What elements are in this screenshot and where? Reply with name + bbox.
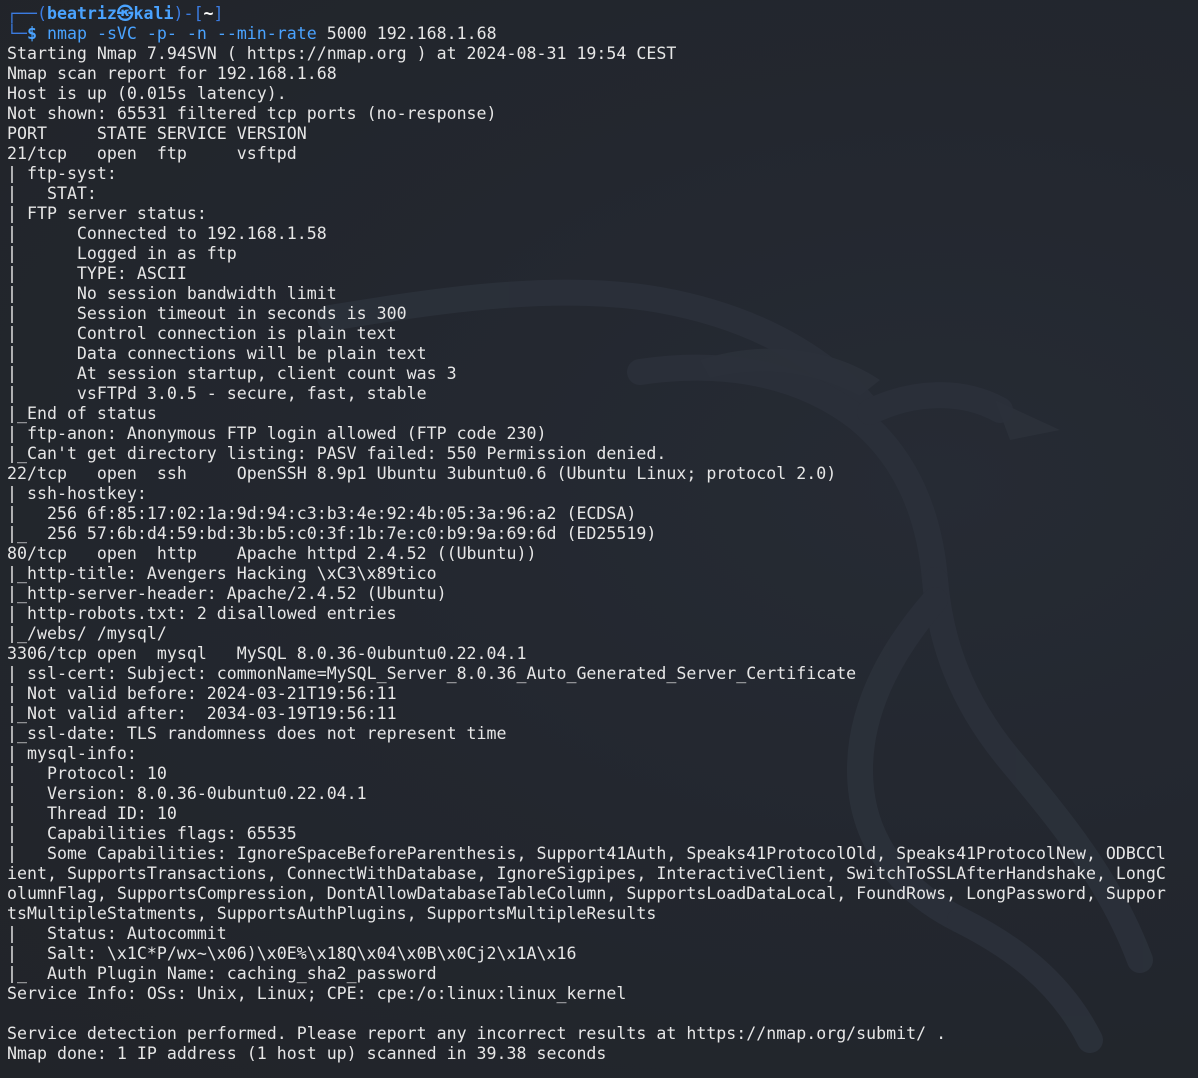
- prompt-at-symbol: ㉿: [116, 4, 134, 23]
- prompt-host: kali: [133, 4, 174, 23]
- output-line: | ssl-cert: Subject: commonName=MySQL_Se…: [7, 664, 857, 683]
- command-line[interactable]: └─$ nmap -sVC -p- -n --min-rate 5000 192…: [7, 24, 1193, 44]
- output-line: Not shown: 65531 filtered tcp ports (no-…: [7, 104, 497, 123]
- output-line: 80/tcp open http Apache httpd 2.4.52 ((U…: [7, 544, 537, 563]
- prompt-user: beatriz: [46, 4, 117, 23]
- output-line: Host is up (0.015s latency).: [7, 84, 287, 103]
- output-line: | At session startup, client count was 3: [7, 364, 457, 383]
- output-line: PORT STATE SERVICE VERSION: [7, 124, 307, 143]
- output-line: Nmap scan report for 192.168.1.68: [7, 64, 337, 83]
- command-flags: -sVC -p- -n --min-rate: [96, 24, 317, 43]
- output-line: Service Info: OSs: Unix, Linux; CPE: cpe…: [7, 984, 627, 1003]
- output-line: | Version: 8.0.36-0ubuntu0.22.04.1: [7, 784, 367, 803]
- output-line: | vsFTPd 3.0.5 - secure, fast, stable: [7, 384, 427, 403]
- output-line: Starting Nmap 7.94SVN ( https://nmap.org…: [7, 44, 677, 63]
- prompt-directory: ~: [203, 4, 214, 23]
- prompt-dollar: $: [26, 24, 37, 43]
- output-line: 22/tcp open ssh OpenSSH 8.9p1 Ubuntu 3ub…: [7, 464, 837, 483]
- output-line: | TYPE: ASCII: [7, 264, 187, 283]
- output-line: | ssh-hostkey:: [7, 484, 147, 503]
- output-line: | Status: Autocommit: [7, 924, 227, 943]
- output-line: ient, SupportsTransactions, ConnectWithD…: [7, 864, 1166, 883]
- terminal-window[interactable]: ┌──(beatriz㉿kali)-[~] └─$ nmap -sVC -p- …: [0, 0, 1198, 1078]
- output-line: | Control connection is plain text: [7, 324, 397, 343]
- output-line: | mysql-info:: [7, 744, 137, 763]
- output-line: | Thread ID: 10: [7, 804, 177, 823]
- prompt-frame-close: ]: [213, 4, 224, 23]
- output-line: | http-robots.txt: 2 disallowed entries: [7, 604, 397, 623]
- terminal-output: ┌──(beatriz㉿kali)-[~] └─$ nmap -sVC -p- …: [7, 4, 1193, 1064]
- prompt-line: ┌──(beatriz㉿kali)-[~]: [7, 4, 1193, 24]
- output-line: |_ssl-date: TLS randomness does not repr…: [7, 724, 507, 743]
- output-line: |_Can't get directory listing: PASV fail…: [7, 444, 667, 463]
- prompt-frame-mid: )-[: [173, 4, 204, 23]
- output-line: |_Not valid after: 2034-03-19T19:56:11: [7, 704, 397, 723]
- output-line: |_End of status: [7, 404, 157, 423]
- command-name: nmap: [46, 24, 87, 43]
- output-line: | Some Capabilities: IgnoreSpaceBeforePa…: [7, 844, 1166, 863]
- output-line: | Session timeout in seconds is 300: [7, 304, 407, 323]
- output-line: | Salt: \x1C*P/wx~\x06)\x0E%\x18Q\x04\x0…: [7, 944, 577, 963]
- output-line: | No session bandwidth limit: [7, 284, 337, 303]
- output-line: | Connected to 192.168.1.58: [7, 224, 327, 243]
- output-line: Nmap done: 1 IP address (1 host up) scan…: [7, 1044, 607, 1063]
- output-line: |_/webs/ /mysql/: [7, 624, 167, 643]
- output-line: olumnFlag, SupportsCompression, DontAllo…: [7, 884, 1166, 903]
- output-line: | 256 6f:85:17:02:1a:9d:94:c3:b3:4e:92:4…: [7, 504, 637, 523]
- output-line: |_ Auth Plugin Name: caching_sha2_passwo…: [7, 964, 437, 983]
- output-line: tsMultipleStatments, SupportsAuthPlugins…: [7, 904, 657, 923]
- output-line: | Data connections will be plain text: [7, 344, 427, 363]
- output-line: |_ 256 57:6b:d4:59:bd:3b:b5:c0:3f:1b:7e:…: [7, 524, 657, 543]
- output-line: | Not valid before: 2024-03-21T19:56:11: [7, 684, 397, 703]
- output-line: 3306/tcp open mysql MySQL 8.0.36-0ubuntu…: [7, 644, 527, 663]
- command-args: 5000 192.168.1.68: [326, 24, 497, 43]
- output-line: | FTP server status:: [7, 204, 207, 223]
- output-line: | ftp-syst:: [7, 164, 117, 183]
- output-line: | Protocol: 10: [7, 764, 167, 783]
- prompt-frame-bottom: └─: [7, 24, 27, 43]
- output-line: |_http-server-header: Apache/2.4.52 (Ubu…: [7, 584, 447, 603]
- output-line: |_http-title: Avengers Hacking \xC3\x89t…: [7, 564, 437, 583]
- output-line: Service detection performed. Please repo…: [7, 1024, 947, 1043]
- output-line: | Logged in as ftp: [7, 244, 237, 263]
- output-line: | Capabilities flags: 65535: [7, 824, 297, 843]
- nmap-output: Starting Nmap 7.94SVN ( https://nmap.org…: [7, 44, 1193, 1064]
- output-line: 21/tcp open ftp vsftpd: [7, 144, 297, 163]
- output-line: | ftp-anon: Anonymous FTP login allowed …: [7, 424, 547, 443]
- prompt-frame-open: ┌──(: [7, 4, 47, 23]
- output-line: | STAT:: [7, 184, 97, 203]
